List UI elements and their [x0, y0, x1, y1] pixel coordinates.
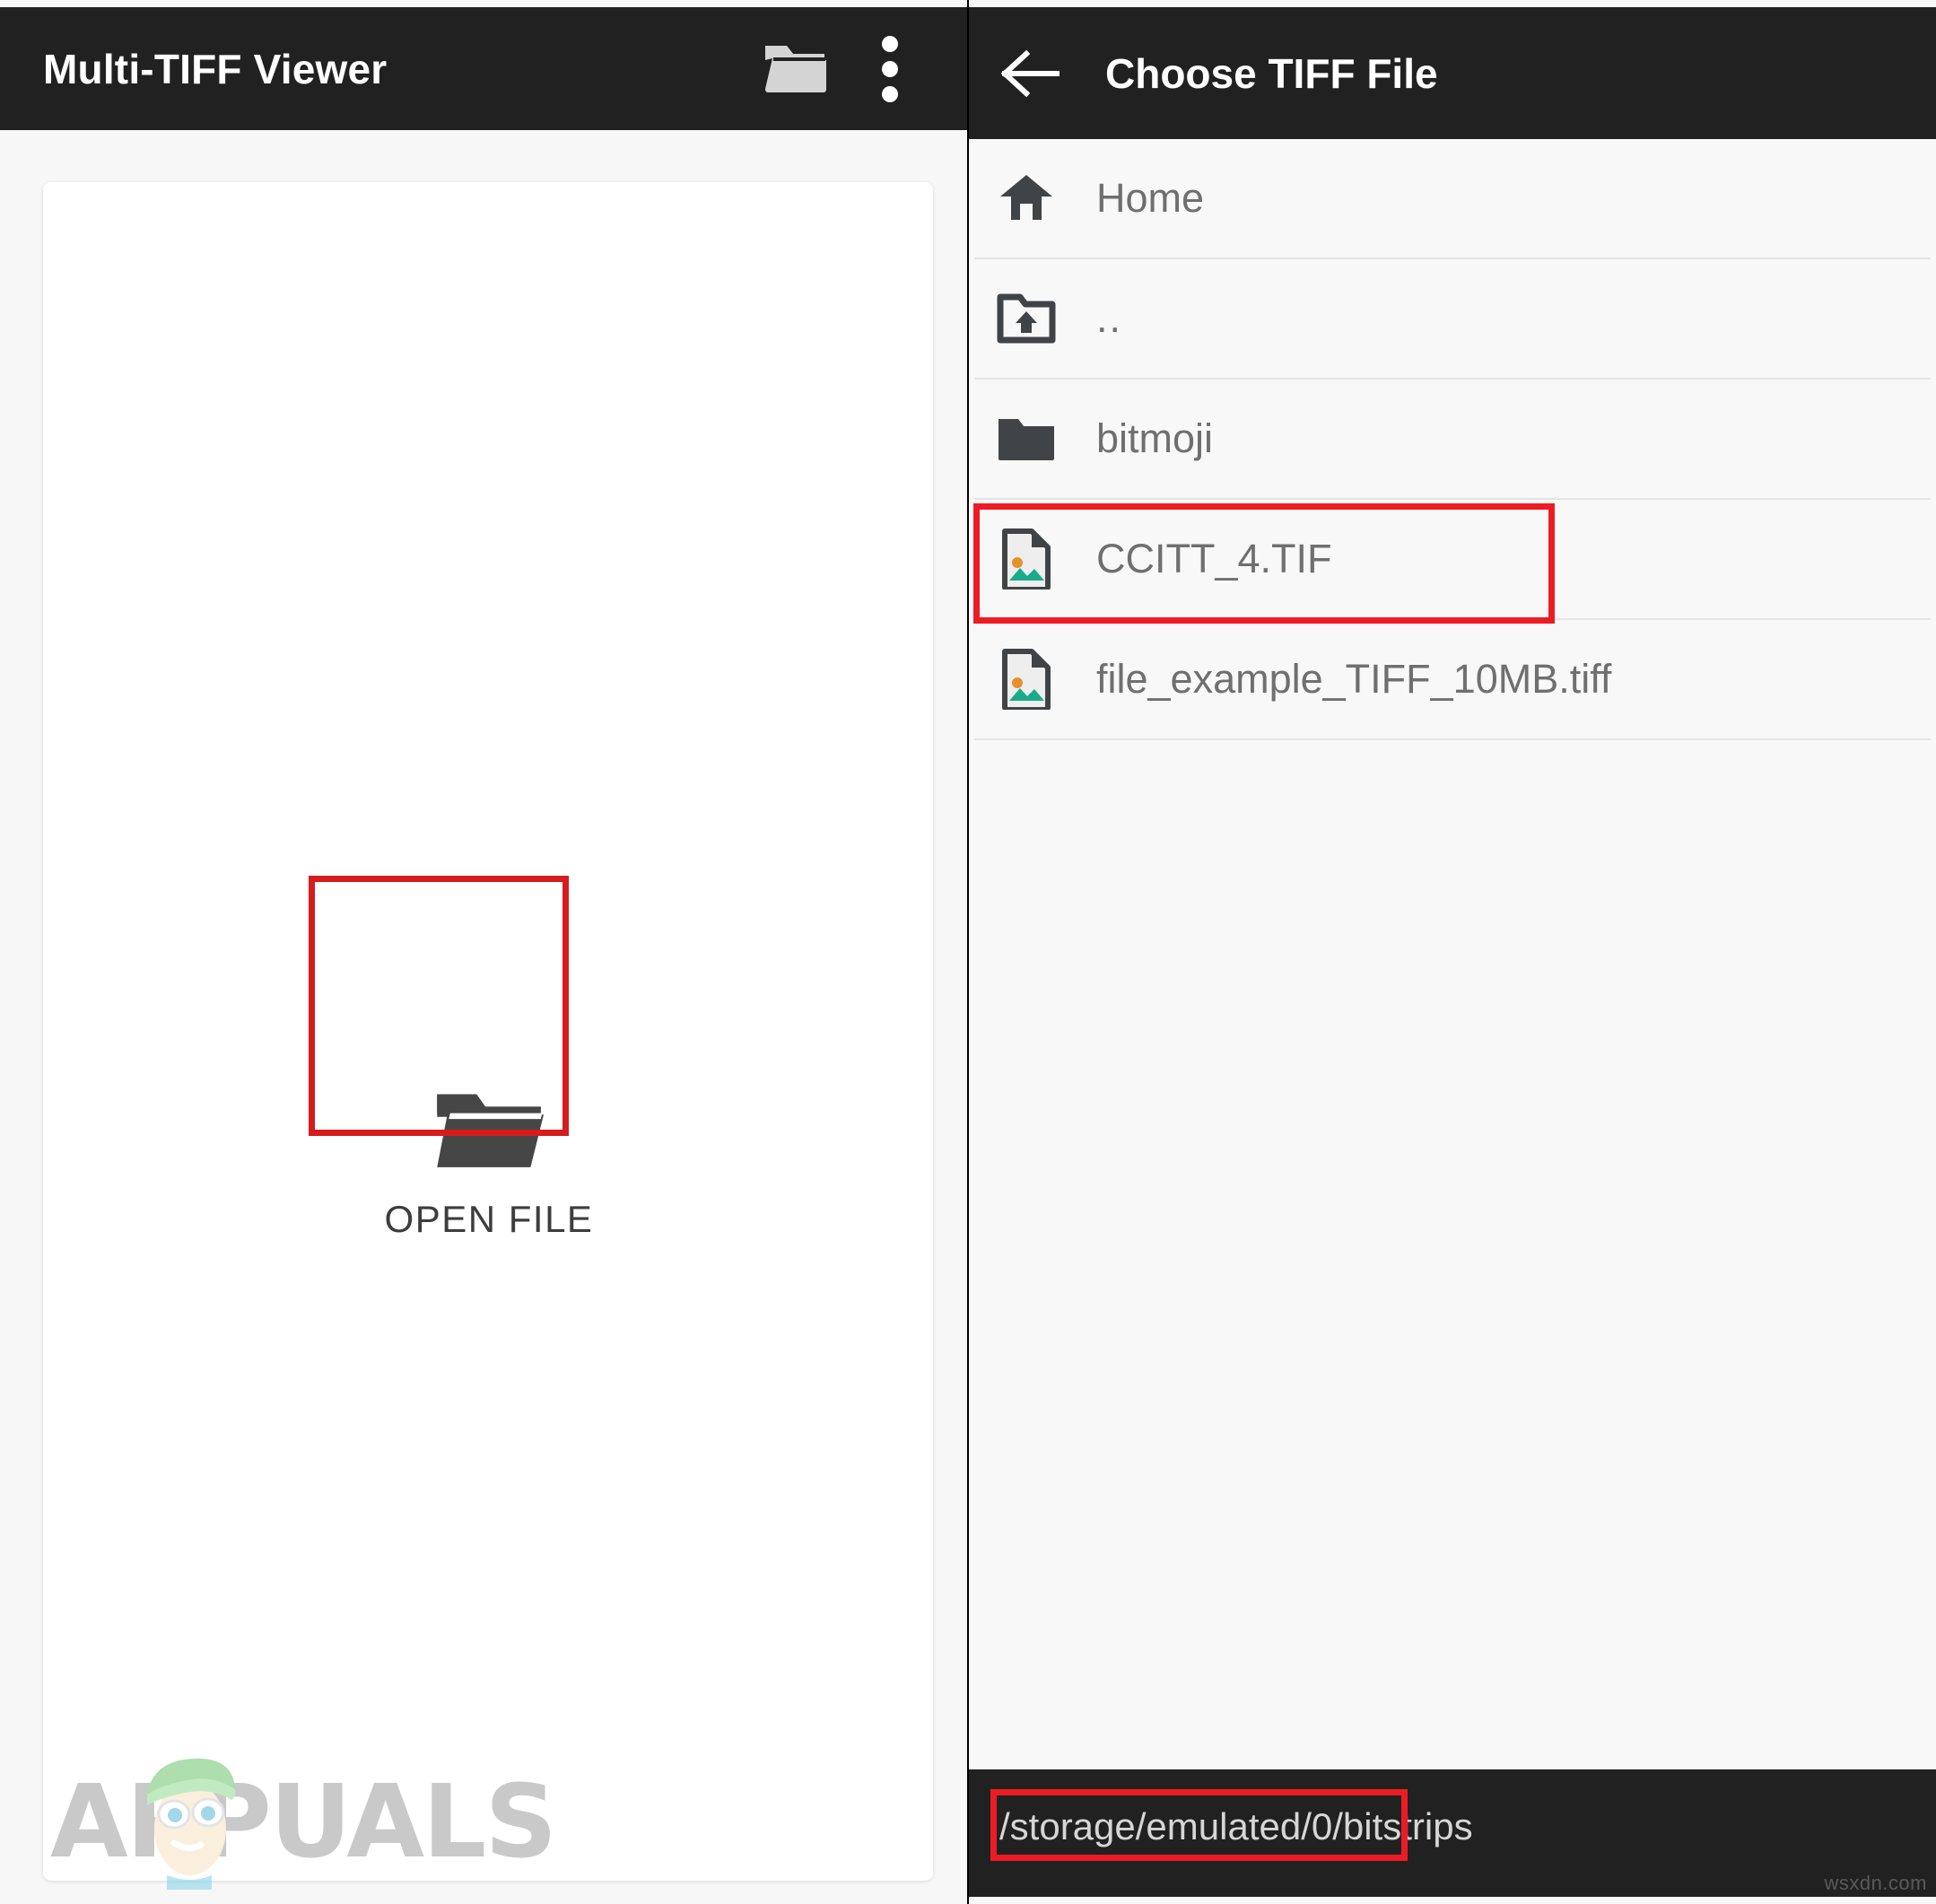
home-icon	[996, 168, 1057, 229]
folder-open-icon	[437, 1094, 545, 1167]
overflow-menu-button[interactable]	[847, 26, 933, 112]
more-vertical-icon	[882, 35, 898, 102]
choose-tiff-file-panel: Choose TIFF File Home .. bitmoji CCITT_4…	[969, 0, 1936, 1904]
list-item-folder-bitmoji[interactable]: bitmoji	[974, 380, 1931, 500]
image-file-icon	[996, 528, 1057, 590]
list-item-label: ..	[1096, 295, 1123, 341]
viewer-content-card: OPEN FILE APPUALS	[43, 182, 933, 1890]
file-list: Home .. bitmoji CCITT_4.TIF file_example…	[969, 139, 1936, 740]
viewer-appbar: Multi-TIFF Viewer	[0, 7, 967, 130]
chooser-title: Choose TIFF File	[1105, 49, 1438, 97]
list-item-label: Home	[1096, 175, 1205, 221]
appuals-watermark: APPUALS	[50, 1748, 571, 1890]
open-file-button[interactable]: OPEN FILE	[308, 1088, 670, 1241]
list-item-parent[interactable]: ..	[974, 259, 1931, 380]
chooser-appbar: Choose TIFF File	[969, 7, 1936, 139]
appuals-mascot-icon	[147, 1758, 236, 1890]
screenshot-root: Multi-TIFF Viewer OPEN FILE APPUALS Choo…	[0, 0, 1936, 1904]
arrow-left-icon	[1000, 49, 1060, 97]
back-button[interactable]	[989, 32, 1071, 115]
current-path-bar: /storage/emulated/0/bitstrips wsxdn.com	[969, 1769, 1936, 1897]
list-item-file-ccitt[interactable]: CCITT_4.TIF	[974, 500, 1931, 620]
list-item-label: bitmoji	[1096, 415, 1214, 461]
source-watermark: wsxdn.com	[1824, 1872, 1927, 1894]
multi-tiff-viewer-panel: Multi-TIFF Viewer OPEN FILE APPUALS	[0, 0, 967, 1904]
page-title: Multi-TIFF Viewer	[43, 45, 388, 92]
image-file-icon	[996, 649, 1057, 710]
current-path-text: /storage/emulated/0/bitstrips	[999, 1805, 1473, 1847]
list-item-home[interactable]: Home	[974, 139, 1931, 259]
folder-icon	[996, 408, 1057, 469]
open-folder-button[interactable]	[752, 26, 838, 112]
appuals-watermark-text: APPUALS	[50, 1764, 557, 1881]
list-item-label: CCITT_4.TIF	[1096, 536, 1332, 581]
list-item-label: file_example_TIFF_10MB.tiff	[1096, 656, 1612, 702]
open-file-label: OPEN FILE	[384, 1198, 594, 1240]
folder-up-icon	[996, 288, 1057, 349]
list-item-file-example[interactable]: file_example_TIFF_10MB.tiff	[974, 620, 1931, 740]
folder-open-icon	[765, 45, 826, 92]
